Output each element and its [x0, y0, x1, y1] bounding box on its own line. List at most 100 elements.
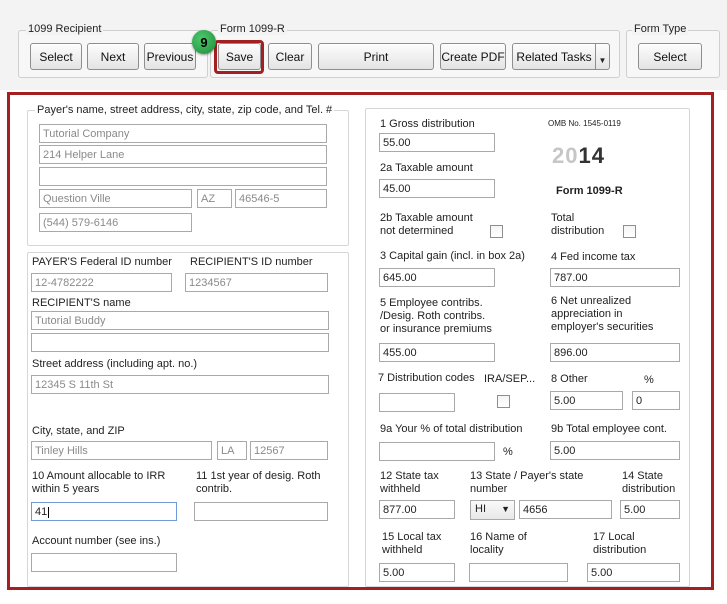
box7-field[interactable]	[379, 393, 455, 412]
recipient-group-title: 1099 Recipient	[26, 23, 104, 35]
box9a-label: 9a Your % of total distribution	[380, 423, 523, 435]
box6-label-2: appreciation in	[551, 308, 623, 320]
tax-year: 2014	[552, 143, 605, 169]
print-button[interactable]: Print	[318, 43, 434, 70]
recipient-name-label: RECIPIENT'S name	[32, 297, 131, 309]
box15-label-1: 15 Local tax	[382, 531, 442, 543]
box12-label-2: withheld	[380, 483, 421, 495]
box15-field[interactable]: 5.00	[379, 563, 455, 582]
recipient-name2-field[interactable]	[31, 333, 329, 352]
create-pdf-button[interactable]: Create PDF	[440, 43, 506, 70]
chevron-down-icon: ▼	[598, 56, 607, 65]
omb-number: OMB No. 1545-0119	[548, 119, 621, 128]
related-tasks-dropdown[interactable]: ▼	[596, 43, 610, 70]
account-number-label: Account number (see ins.)	[32, 535, 161, 547]
box13-payer-state-number-field[interactable]: 4656	[519, 500, 612, 519]
city-state-zip-label: City, state, and ZIP	[32, 425, 125, 437]
box1-label: 1 Gross distribution	[380, 118, 475, 130]
box5-field[interactable]: 455.00	[379, 343, 495, 362]
box5-label-3: or insurance premiums	[380, 323, 492, 335]
box11-field[interactable]	[194, 502, 328, 521]
box3-label: 3 Capital gain (incl. in box 2a)	[380, 250, 525, 262]
box12-label-1: 12 State tax	[380, 470, 439, 482]
payer-state-field[interactable]: AZ	[197, 189, 232, 208]
total-distribution-checkbox[interactable]	[623, 225, 636, 238]
box10-field[interactable]: 41	[31, 502, 177, 521]
box3-field[interactable]: 645.00	[379, 268, 495, 287]
payer-phone-field[interactable]: (544) 579-6146	[39, 213, 192, 232]
box17-field[interactable]: 5.00	[587, 563, 680, 582]
save-highlight	[214, 40, 264, 74]
previous-button[interactable]: Previous	[144, 43, 196, 70]
recipient-zip-field[interactable]: 12567	[250, 441, 328, 460]
box15-label-2: withheld	[382, 544, 423, 556]
box8-percent-field[interactable]: 0	[632, 391, 680, 410]
tax-year-prefix: 20	[552, 143, 579, 168]
recipient-id-field[interactable]: 1234567	[185, 273, 328, 292]
payer-fed-id-label: PAYER'S Federal ID number	[32, 256, 172, 268]
payer-address2-field[interactable]	[39, 167, 327, 186]
box14-field[interactable]: 5.00	[620, 500, 680, 519]
formtype-group-title: Form Type	[632, 23, 689, 35]
recipient-state-field[interactable]: LA	[217, 441, 247, 460]
box7-label: 7 Distribution codes	[378, 372, 475, 384]
box17-label-2: distribution	[593, 544, 647, 556]
box2b-label-1: 2b Taxable amount	[380, 212, 473, 224]
box11-label-2: contrib.	[196, 483, 233, 495]
box1-field[interactable]: 55.00	[379, 133, 495, 152]
text-cursor	[48, 506, 50, 518]
box4-label: 4 Fed income tax	[551, 251, 636, 263]
street-field[interactable]: 12345 S 11th St	[31, 375, 329, 394]
box5-label-2: /Desig. Roth contribs.	[380, 310, 486, 322]
account-number-field[interactable]	[31, 553, 177, 572]
payer-fed-id-field[interactable]: 12-4782222	[31, 273, 172, 292]
clear-button[interactable]: Clear	[268, 43, 312, 70]
box14-label-2: distribution	[622, 483, 676, 495]
box8-percent-symbol: %	[644, 374, 654, 386]
box16-label-1: 16 Name of	[470, 531, 527, 543]
total-distribution-label-1: Total	[551, 212, 575, 224]
street-label: Street address (including apt. no.)	[32, 358, 198, 370]
box11-label-1: 11 1st year of desig. Roth	[196, 470, 321, 482]
box16-field[interactable]	[469, 563, 568, 582]
total-distribution-label-2: distribution	[551, 225, 605, 237]
box2b-checkbox[interactable]	[490, 225, 503, 238]
box13-label-1: 13 State / Payer's state	[470, 470, 584, 482]
box8-field[interactable]: 5.00	[550, 391, 623, 410]
box16-label-2: locality	[470, 544, 504, 556]
box6-label-1: 6 Net unrealized	[551, 295, 632, 307]
formtype-select-button[interactable]: Select	[638, 43, 702, 70]
box10-label-2: within 5 years	[32, 483, 100, 495]
box10-label-1: 10 Amount allocable to IRR	[32, 470, 166, 482]
box8-label: 8 Other	[551, 373, 588, 385]
box13-state-value: HI	[475, 503, 486, 515]
box10-value: 41	[35, 506, 48, 518]
step-badge: 9	[192, 30, 216, 54]
recipient-name-field[interactable]: Tutorial Buddy	[31, 311, 329, 330]
payer-address1-field[interactable]: 214 Helper Lane	[39, 145, 327, 164]
recipient-city-field[interactable]: Tinley Hills	[31, 441, 212, 460]
chevron-down-icon: ▼	[501, 504, 510, 514]
box9a-percent-symbol: %	[503, 446, 513, 458]
payer-zip-field[interactable]: 46546-5	[235, 189, 327, 208]
recipient-select-button[interactable]: Select	[30, 43, 82, 70]
related-tasks-button[interactable]: Related Tasks	[512, 43, 596, 70]
box9b-field[interactable]: 5.00	[550, 441, 680, 460]
box2a-label: 2a Taxable amount	[380, 162, 473, 174]
payer-name-field[interactable]: Tutorial Company	[39, 124, 327, 143]
next-button[interactable]: Next	[87, 43, 139, 70]
tax-year-suffix: 14	[578, 143, 605, 168]
payer-heading: Payer's name, street address, city, stat…	[35, 104, 335, 117]
box13-state-select[interactable]: HI ▼	[470, 500, 515, 520]
form-group-title: Form 1099-R	[218, 23, 287, 35]
box17-label-1: 17 Local	[593, 531, 635, 543]
box9a-field[interactable]	[379, 442, 495, 461]
box2a-field[interactable]: 45.00	[379, 179, 495, 198]
payer-city-field[interactable]: Question Ville	[39, 189, 192, 208]
box6-field[interactable]: 896.00	[550, 343, 680, 362]
box4-field[interactable]: 787.00	[550, 268, 680, 287]
box12-field[interactable]: 877.00	[379, 500, 455, 519]
toolbar: 1099 Recipient Select Next Previous Form…	[0, 0, 727, 90]
ira-sep-checkbox[interactable]	[497, 395, 510, 408]
box2b-label-2: not determined	[380, 225, 454, 237]
